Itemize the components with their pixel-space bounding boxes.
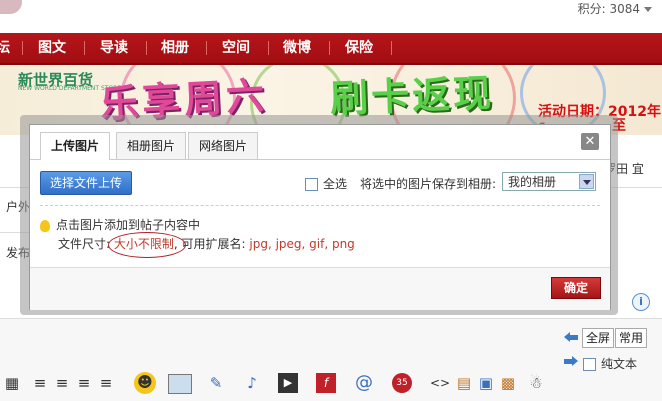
undo-arrow-icon[interactable] <box>563 331 579 343</box>
nav-item-photo-text[interactable]: 图文 <box>38 33 66 63</box>
nav-item-guide[interactable]: 导读 <box>100 33 128 63</box>
post-editor: 全屏 常用 纯文本 ▦ ≡ ≡ ≡ ≡ ☻ ✎ ♪ ▶ f @ 35 <> ▤ … <box>0 318 662 401</box>
nav-item-album[interactable]: 相册 <box>161 33 189 63</box>
at-mention-icon[interactable]: @ <box>354 373 374 393</box>
dialog-divider <box>40 205 600 206</box>
code-icon[interactable]: <> <box>430 373 450 393</box>
common-button[interactable]: 常用 <box>615 328 648 348</box>
tab-web-images[interactable]: 网络图片 <box>188 132 259 159</box>
align-justify-icon[interactable]: ≡ <box>30 373 50 393</box>
choose-file-upload-button[interactable]: 选择文件上传 <box>40 171 133 195</box>
fullscreen-button[interactable]: 全屏 <box>582 328 615 348</box>
user-score-menu[interactable]: 积分: 3084 <box>578 0 652 17</box>
nav-item-space[interactable]: 空间 <box>222 33 250 63</box>
album-select-value: 我的相册 <box>508 175 557 189</box>
upload-hint-text: 点击图片添加到帖子内容中 <box>56 218 201 232</box>
info-icon[interactable]: i <box>632 293 650 311</box>
select-all-label: 全选 <box>323 177 348 191</box>
nav-divider <box>146 41 147 55</box>
emoji-icon[interactable]: ☻ <box>134 372 156 394</box>
nav-divider <box>329 41 330 55</box>
nav-divider <box>391 41 392 55</box>
tab-album-images[interactable]: 相册图片 <box>116 132 187 159</box>
file-size-label: 文件尺寸: <box>58 237 114 251</box>
save-to-album-label: 将选中的图片保存到相册: <box>360 177 497 191</box>
flash-icon[interactable]: f <box>316 373 336 393</box>
score-label: 积分: 3084 <box>577 2 640 16</box>
chevron-down-icon <box>644 7 652 12</box>
main-nav: 坛 图文 导读 相册 空间 微博 保险 <box>0 33 662 65</box>
badge-icon[interactable]: 35 <box>392 373 412 393</box>
attachment-icon[interactable]: ✎ <box>206 373 226 393</box>
close-icon[interactable]: ✕ <box>581 133 599 150</box>
media-icon[interactable]: ▣ <box>476 373 496 393</box>
extensions-value: jpg, jpeg, gif, png <box>249 237 355 251</box>
file-constraints: 文件尺寸: 大小不限制, 可用扩展名: jpg, jpeg, gif, png <box>58 232 355 258</box>
plain-text-label: 纯文本 <box>601 357 638 371</box>
nav-divider <box>84 41 85 55</box>
redo-arrow-icon[interactable] <box>563 355 579 367</box>
align-right-icon[interactable]: ≡ <box>96 373 116 393</box>
image-upload-dialog: 上传图片 相册图片 网络图片 ✕ 选择文件上传 全选 将选中的图片保存到相册: … <box>29 124 611 310</box>
top-bar: 积分: 3084 <box>0 0 662 33</box>
table-icon[interactable]: ▦ <box>2 373 22 393</box>
confirm-button[interactable]: 确定 <box>551 277 602 299</box>
tab-upload-image[interactable]: 上传图片 <box>40 132 111 160</box>
nav-item-forum[interactable]: 坛 <box>0 33 10 63</box>
nav-divider <box>206 41 207 55</box>
file-size-value: 大小不限制 <box>107 232 186 258</box>
align-left-icon[interactable]: ≡ <box>52 373 72 393</box>
chevron-down-icon[interactable] <box>579 174 594 189</box>
select-all-checkbox[interactable] <box>305 178 318 191</box>
nav-item-weibo[interactable]: 微博 <box>283 33 311 63</box>
banner-date-line2: 至2013 <box>612 118 626 134</box>
plain-text-checkbox[interactable] <box>583 358 596 371</box>
select-all-toggle[interactable]: 全选 <box>305 175 347 192</box>
dialog-tab-bar: 上传图片 相册图片 网络图片 ✕ <box>30 125 610 160</box>
upload-hint: 点击图片添加到帖子内容中 <box>40 216 200 233</box>
music-icon[interactable]: ♪ <box>242 373 262 393</box>
nav-divider <box>268 41 269 55</box>
qq-icon[interactable]: ☃ <box>526 373 546 393</box>
lightbulb-icon <box>40 219 50 232</box>
lock-icon[interactable]: ▤ <box>454 373 474 393</box>
annotation-ellipse <box>107 232 186 258</box>
dialog-footer: 确定 <box>30 267 610 310</box>
align-center-icon[interactable]: ≡ <box>74 373 94 393</box>
nav-divider <box>22 41 23 55</box>
video-icon[interactable]: ▶ <box>278 373 298 393</box>
gallery-icon[interactable]: ▩ <box>498 373 518 393</box>
plain-text-toggle[interactable]: 纯文本 <box>583 355 637 372</box>
album-select[interactable]: 我的相册 <box>502 172 596 191</box>
image-icon[interactable] <box>168 374 192 394</box>
mascot-image <box>0 0 22 14</box>
nav-item-insurance[interactable]: 保险 <box>345 33 373 63</box>
